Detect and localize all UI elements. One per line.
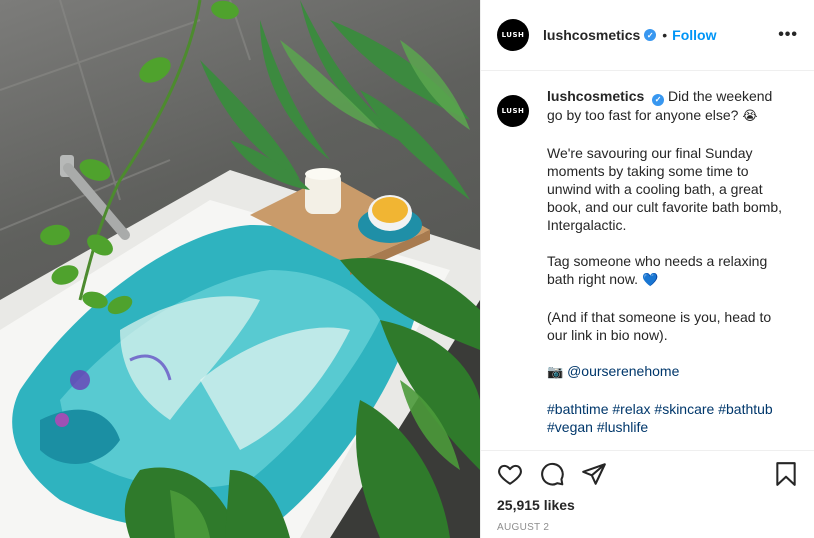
verified-badge-icon: ✓	[644, 29, 657, 41]
caption-text: lushcosmetics ✓ Did the weekend go by to…	[547, 87, 787, 450]
post-side-panel: LUSH lushcosmetics ✓ • Follow ••• LUSH l…	[480, 0, 814, 538]
crying-emoji: 😭	[742, 109, 758, 124]
bathtub-photo-illustration	[0, 0, 480, 538]
hashtag-link[interactable]: #vegan	[547, 419, 593, 435]
action-bar: 25,915 likes AUGUST 2	[481, 450, 814, 538]
action-icons	[497, 451, 799, 497]
likes-count[interactable]: 25,915 likes	[497, 497, 799, 513]
hashtag-list: #bathtime #relax #skincare #bathtub #veg…	[547, 400, 787, 436]
heart-icon[interactable]	[497, 461, 523, 487]
avatar[interactable]: LUSH	[497, 19, 529, 51]
hashtag-link[interactable]: #lushlife	[597, 419, 648, 435]
bookmark-icon[interactable]	[773, 461, 799, 487]
comment-icon[interactable]	[539, 461, 565, 487]
share-icon[interactable]	[581, 461, 607, 487]
hashtag-link[interactable]: #skincare	[654, 401, 714, 417]
post-photo[interactable]	[0, 0, 480, 538]
more-options-icon[interactable]: •••	[778, 26, 798, 44]
hashtag-link[interactable]: #bathtime	[547, 401, 608, 417]
hashtag-link[interactable]: #bathtub	[718, 401, 773, 417]
camera-emoji: 📷	[547, 365, 564, 380]
caption-paragraph-2: We're savouring our final Sunday moments…	[547, 145, 783, 233]
caption-paragraph-4: (And if that someone is you, head to our…	[547, 309, 772, 343]
caption-area: LUSH lushcosmetics ✓ Did the weekend go …	[481, 71, 814, 450]
follow-button[interactable]: Follow	[672, 27, 716, 43]
username-link[interactable]: lushcosmetics	[543, 27, 640, 43]
mention-link[interactable]: @ourserenehome	[567, 363, 679, 379]
verified-badge-icon: ✓	[652, 94, 665, 106]
separator-dot: •	[662, 27, 668, 43]
caption-username-link[interactable]: lushcosmetics	[547, 88, 644, 104]
blue-heart-emoji: 💙	[641, 273, 659, 288]
instagram-post: LUSH lushcosmetics ✓ • Follow ••• LUSH l…	[0, 0, 814, 538]
post-date[interactable]: AUGUST 2	[497, 522, 799, 533]
hashtag-link[interactable]: #relax	[612, 401, 650, 417]
caption-avatar[interactable]: LUSH	[497, 95, 529, 127]
post-header: LUSH lushcosmetics ✓ • Follow •••	[481, 0, 814, 71]
